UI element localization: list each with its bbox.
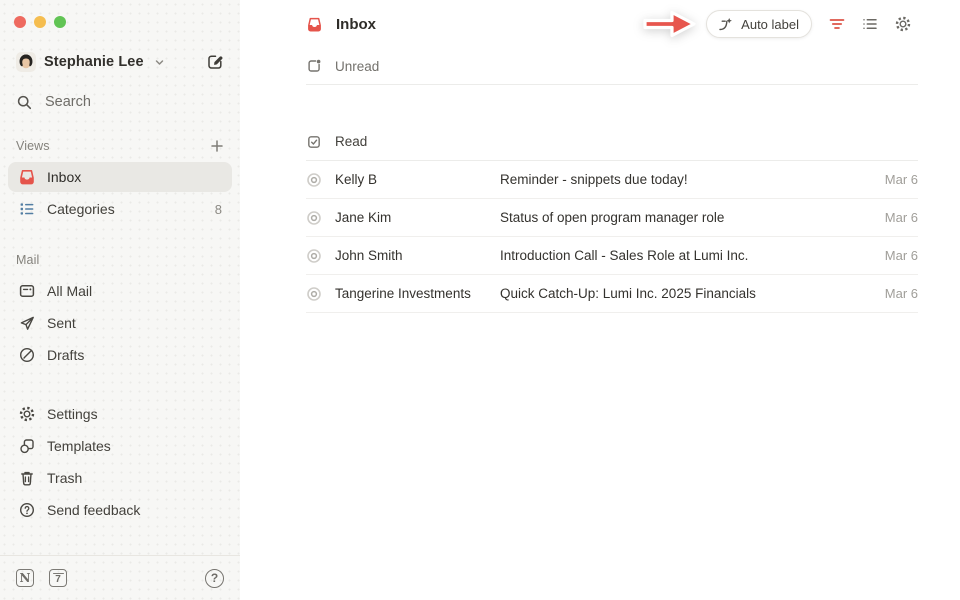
email-sender: Jane Kim [335,210,487,225]
email-subject: Reminder - snippets due today! [500,172,872,187]
sidebar-item-send-feedback[interactable]: Send feedback [8,495,232,525]
auto-label-button-label: Auto label [741,17,799,32]
trash-icon [18,469,36,487]
chevron-down-icon [154,57,165,68]
email-row[interactable]: John Smith Introduction Call - Sales Rol… [306,237,918,275]
spacer [240,85,960,123]
sidebar-item-templates[interactable]: Templates [8,431,232,461]
question-circle-icon [18,501,36,519]
read-status-icon [306,210,322,226]
notion-app-icon[interactable]: N [16,569,34,587]
sidebar-item-label: Templates [47,438,222,454]
page-title: Inbox [336,16,376,33]
email-subject: Quick Catch-Up: Lumi Inc. 2025 Financial… [500,286,872,301]
sidebar-item-label: Sent [47,315,222,331]
zoom-window-button[interactable] [54,16,66,28]
search-placeholder: Search [45,94,91,110]
unread-icon [306,58,322,74]
views-list: Inbox Categories 8 [0,160,240,226]
sidebar-item-settings[interactable]: Settings [8,399,232,429]
pointer-arrow-annotation [640,8,698,40]
inbox-icon [306,16,323,33]
section-unread[interactable]: Unread [240,48,960,84]
search-icon [16,94,33,111]
sidebar-footer: N 7 ? [0,555,240,600]
read-status-icon [306,248,322,264]
read-status-icon [306,286,322,302]
sidebar-item-categories[interactable]: Categories 8 [8,194,232,224]
email-date: Mar 6 [885,286,918,301]
compose-icon[interactable] [206,53,224,71]
list-view-icon[interactable] [861,15,879,33]
minimize-window-button[interactable] [34,16,46,28]
sidebar-item-label: Drafts [47,347,222,363]
inbox-header: Inbox Auto label [240,0,960,48]
mail-section-header: Mail [0,250,240,270]
sidebar-item-trash[interactable]: Trash [8,463,232,493]
notion-glyph: N [20,572,31,584]
email-subject: Introduction Call - Sales Role at Lumi I… [500,248,872,263]
email-subject: Status of open program manager role [500,210,872,225]
email-sender: Tangerine Investments [335,286,487,301]
add-view-icon[interactable] [210,139,224,153]
categories-count-badge: 8 [215,202,222,217]
email-row[interactable]: Jane Kim Status of open program manager … [306,199,918,237]
email-sender: Kelly B [335,172,487,187]
inbox-title: Inbox [306,16,376,33]
auto-label-button[interactable]: Auto label [706,10,812,38]
help-icon[interactable]: ? [205,569,224,588]
utility-list: Settings Templates Trash [0,397,240,527]
mail-app-window: Stephanie Lee Search Views [0,0,960,600]
view-controls [828,15,912,33]
header-toolbar: Auto label [640,8,912,40]
avatar [16,52,36,72]
calendar-app-icon[interactable]: 7 [49,569,67,587]
email-date: Mar 6 [885,210,918,225]
sidebar-item-drafts[interactable]: Drafts [8,340,232,370]
sidebar-item-sent[interactable]: Sent [8,308,232,338]
views-section-header: Views [0,136,240,156]
mail-list: All Mail Sent Drafts [0,274,240,372]
read-status-icon [306,172,322,188]
account-name: Stephanie Lee [44,54,144,70]
sidebar-item-all-mail[interactable]: All Mail [8,276,232,306]
help-glyph: ? [211,571,218,585]
email-date: Mar 6 [885,172,918,187]
settings-gear-icon[interactable] [894,15,912,33]
calendar-day: 7 [55,575,61,585]
read-checkbox-icon [306,134,322,150]
sidebar-item-label: Send feedback [47,502,222,518]
email-row[interactable]: Kelly B Reminder - snippets due today! M… [306,161,918,199]
all-mail-icon [18,282,36,300]
sidebar-item-label: All Mail [47,283,222,299]
gear-icon [18,405,36,423]
search-input[interactable]: Search [0,86,240,118]
sidebar-item-label: Categories [47,201,204,217]
inbox-icon [18,168,36,186]
templates-icon [18,437,36,455]
filter-icon[interactable] [828,15,846,33]
categories-icon [18,200,36,218]
sidebar-item-inbox[interactable]: Inbox [8,162,232,192]
sent-icon [18,314,36,332]
account-switcher[interactable]: Stephanie Lee [0,46,240,78]
sidebar: Stephanie Lee Search Views [0,0,240,600]
sidebar-item-label: Trash [47,470,222,486]
sidebar-item-label: Settings [47,406,222,422]
email-row[interactable]: Tangerine Investments Quick Catch-Up: Lu… [306,275,918,313]
sidebar-item-label: Inbox [47,169,222,185]
mail-section-label: Mail [16,253,39,267]
auto-label-icon [717,16,734,33]
drafts-icon [18,346,36,364]
email-sender: John Smith [335,248,487,263]
inbox-panel: Inbox Auto label [240,0,960,600]
section-label: Unread [335,59,379,74]
section-read[interactable]: Read [240,123,960,160]
close-window-button[interactable] [14,16,26,28]
email-date: Mar 6 [885,248,918,263]
views-section-label: Views [16,139,50,153]
section-label: Read [335,134,367,149]
window-controls [0,0,240,28]
